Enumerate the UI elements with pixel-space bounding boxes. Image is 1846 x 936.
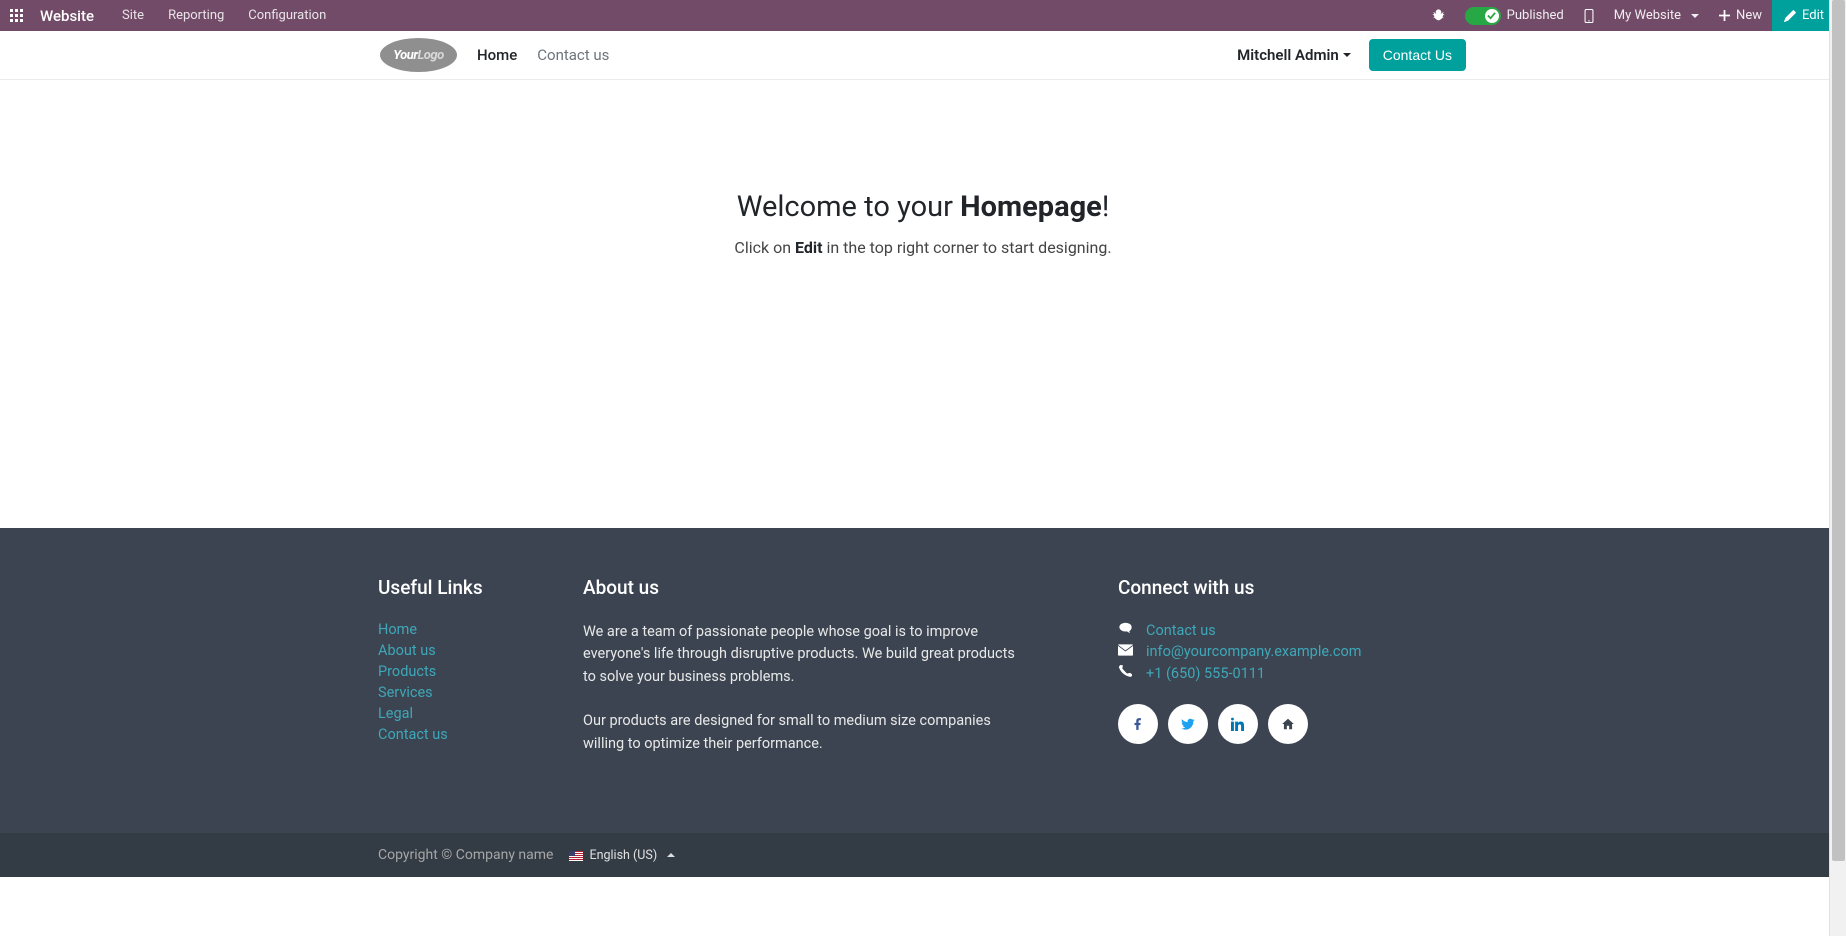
connect-contact-link[interactable]: Contact us xyxy=(1146,622,1216,639)
hero-title: Welcome to your Homepage! xyxy=(737,190,1110,224)
contact-us-button[interactable]: Contact Us xyxy=(1369,39,1466,71)
twitter-button[interactable] xyxy=(1168,704,1208,744)
useful-links-list: Home About us Products Services Legal Co… xyxy=(378,621,563,743)
footer-link-about[interactable]: About us xyxy=(378,642,436,659)
vertical-scrollbar[interactable] xyxy=(1829,0,1846,936)
facebook-icon xyxy=(1131,717,1145,731)
site-logo[interactable]: YourLogo xyxy=(380,38,457,72)
my-website-dropdown[interactable]: My Website xyxy=(1604,0,1709,31)
menu-site[interactable]: Site xyxy=(118,8,148,23)
footer: Useful Links Home About us Products Serv… xyxy=(0,528,1846,833)
about-paragraph-2: Our products are designed for small to m… xyxy=(583,710,1023,755)
flag-icon xyxy=(569,850,583,860)
app-name[interactable]: Website xyxy=(40,7,94,25)
mobile-preview-icon[interactable] xyxy=(1574,0,1604,31)
site-header: YourLogo Home Contact us Mitchell Admin … xyxy=(0,31,1846,80)
user-menu-dropdown[interactable]: Mitchell Admin xyxy=(1237,46,1351,64)
published-label: Published xyxy=(1507,8,1564,23)
menu-reporting[interactable]: Reporting xyxy=(164,8,228,23)
phone-icon xyxy=(1118,664,1134,682)
footer-link-home[interactable]: Home xyxy=(378,621,417,638)
new-button[interactable]: New xyxy=(1709,0,1772,31)
copyright-text: Copyright © Company name xyxy=(378,847,553,863)
check-icon xyxy=(1485,9,1499,23)
footer-link-contact[interactable]: Contact us xyxy=(378,726,448,743)
footer-link-products[interactable]: Products xyxy=(378,663,436,680)
chat-icon xyxy=(1118,621,1134,639)
publish-toggle[interactable] xyxy=(1465,7,1501,25)
hero-subtitle: Click on Edit in the top right corner to… xyxy=(734,238,1111,257)
apps-icon[interactable] xyxy=(10,9,24,23)
nav-home[interactable]: Home xyxy=(477,46,517,64)
menu-configuration[interactable]: Configuration xyxy=(244,8,330,23)
language-selector[interactable]: English (US) xyxy=(569,848,675,863)
footer-link-legal[interactable]: Legal xyxy=(378,705,413,722)
connect-email-link[interactable]: info@yourcompany.example.com xyxy=(1146,643,1361,660)
facebook-button[interactable] xyxy=(1118,704,1158,744)
about-paragraph-1: We are a team of passionate people whose… xyxy=(583,621,1023,688)
scrollbar-thumb[interactable] xyxy=(1832,0,1845,861)
linkedin-button[interactable] xyxy=(1218,704,1258,744)
pencil-icon xyxy=(1784,10,1796,22)
connect-phone-link[interactable]: +1 (650) 555-0111 xyxy=(1146,665,1265,682)
main-content: Welcome to your Homepage! Click on Edit … xyxy=(0,80,1846,528)
home-button[interactable] xyxy=(1268,704,1308,744)
twitter-icon xyxy=(1181,717,1195,731)
about-us-title: About us xyxy=(583,576,1023,599)
envelope-icon xyxy=(1118,643,1134,660)
useful-links-title: Useful Links xyxy=(378,576,563,599)
home-icon xyxy=(1281,717,1295,731)
linkedin-icon xyxy=(1231,717,1245,731)
footer-link-services[interactable]: Services xyxy=(378,684,433,701)
bug-icon[interactable] xyxy=(1422,0,1455,31)
admin-top-bar: Website Site Reporting Configuration Pub… xyxy=(0,0,1846,31)
nav-contact-us[interactable]: Contact us xyxy=(537,46,609,64)
connect-title: Connect with us xyxy=(1118,576,1468,599)
bottom-bar: Copyright © Company name English (US) xyxy=(0,833,1846,877)
plus-icon xyxy=(1719,10,1730,21)
publish-toggle-group[interactable]: Published xyxy=(1455,0,1574,31)
edit-button[interactable]: Edit xyxy=(1772,0,1836,31)
